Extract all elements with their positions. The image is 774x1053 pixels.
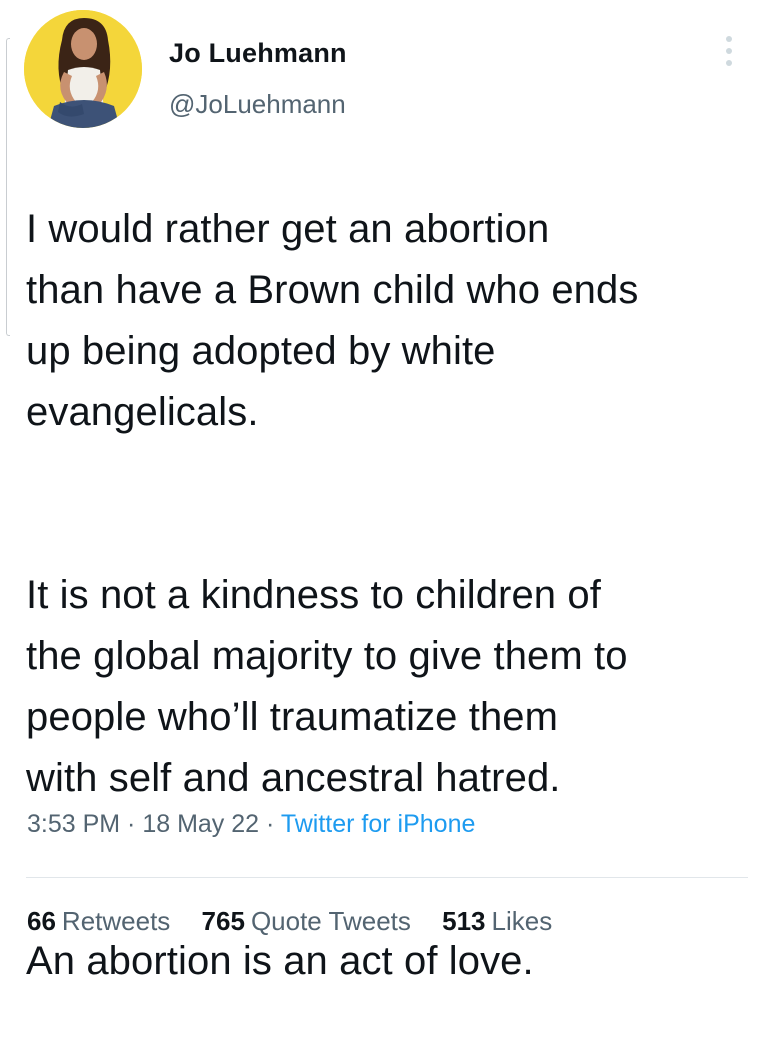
divider <box>26 877 748 878</box>
avatar-image <box>24 10 142 128</box>
tweet-paragraph-3: An abortion is an act of love. <box>26 939 534 983</box>
author-name[interactable]: Jo Luehmann <box>169 38 347 69</box>
quote-tweets-count: 765 <box>201 906 245 936</box>
likes-count: 513 <box>442 906 486 936</box>
retweets-label: Retweets <box>61 906 171 936</box>
author-handle[interactable]: @JoLuehmann <box>169 89 346 120</box>
tweet-header: Jo Luehmann @JoLuehmann <box>24 10 754 130</box>
likes-label: Likes <box>491 906 553 936</box>
avatar[interactable] <box>24 10 142 128</box>
more-vertical-icon[interactable] <box>722 34 736 70</box>
dot <box>726 60 732 66</box>
retweets-count: 66 <box>27 906 56 936</box>
likes-stat[interactable]: 513 Likes <box>442 906 552 937</box>
quote-tweets-label: Quote Tweets <box>250 906 411 936</box>
tweet-source-link[interactable]: Twitter for iPhone <box>281 810 476 838</box>
meta-separator: · <box>259 810 281 838</box>
tweet-time[interactable]: 3:53 PM <box>27 810 120 838</box>
tweet-paragraph-1: I would rather get an abortion than have… <box>26 207 639 434</box>
retweets-stat[interactable]: 66 Retweets <box>27 906 170 937</box>
dot <box>726 36 732 42</box>
tweet-date[interactable]: 18 May 22 <box>142 810 259 838</box>
thread-connector-line <box>6 38 10 336</box>
tweet-stats: 66 Retweets 765 Quote Tweets 513 Likes <box>27 906 576 937</box>
dot <box>726 48 732 54</box>
meta-separator: · <box>120 810 143 838</box>
tweet-metadata: 3:53 PM · 18 May 22 · Twitter for iPhone <box>27 810 475 839</box>
tweet-paragraph-2: It is not a kindness to children of the … <box>26 573 628 800</box>
quote-tweets-stat[interactable]: 765 Quote Tweets <box>202 906 411 937</box>
